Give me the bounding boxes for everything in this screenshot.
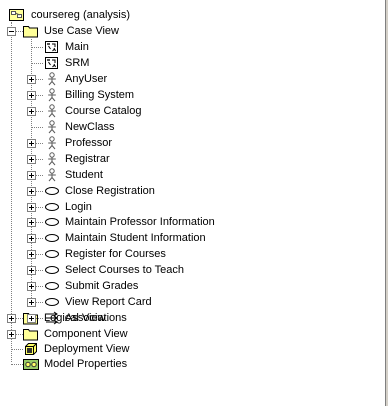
- tree-item-label: Student: [65, 169, 103, 181]
- tree-item-label: Model Properties: [44, 358, 128, 370]
- tree-item-label: SRM: [65, 57, 90, 69]
- expand-toggle[interactable]: [27, 107, 36, 116]
- tree-item-professor[interactable]: Professor: [0, 136, 380, 151]
- tree-item-newclass[interactable]: NewClass: [0, 120, 380, 135]
- tree-item-component-view[interactable]: Component View: [0, 327, 380, 342]
- model-root-icon: [9, 8, 25, 22]
- actor-icon: [44, 72, 60, 86]
- expand-toggle[interactable]: [27, 155, 36, 164]
- tree-item-label: NewClass: [65, 121, 115, 133]
- tree-item-submit-grades[interactable]: Submit Grades: [0, 279, 380, 294]
- tree-item-deployment-view[interactable]: Deployment View: [0, 342, 380, 357]
- expand-toggle[interactable]: [27, 218, 36, 227]
- expand-toggle-component-view[interactable]: [7, 330, 16, 339]
- use-case-icon: [44, 295, 60, 309]
- model-properties-icon: [23, 357, 39, 371]
- model-browser-tree: coursereg (analysis) Use Case View Logic…: [0, 0, 388, 406]
- use-case-icon: [44, 247, 60, 261]
- tree-root-row[interactable]: coursereg (analysis): [0, 8, 380, 23]
- tree-item-select-courses-to-teach[interactable]: Select Courses to Teach: [0, 263, 380, 278]
- deployment-icon: [23, 342, 39, 356]
- tree-item-label: Select Courses to Teach: [65, 264, 185, 276]
- actor-icon: [44, 136, 60, 150]
- tree-branch-line: [31, 127, 43, 128]
- tree-root-label: coursereg (analysis): [31, 9, 131, 21]
- tree-item-label: Deployment View: [44, 343, 130, 355]
- tree-item-registrar[interactable]: Registrar: [0, 152, 380, 167]
- tree-item-course-catalog[interactable]: Course Catalog: [0, 104, 380, 119]
- tree-item-label: Billing System: [65, 89, 135, 101]
- expand-toggle[interactable]: [27, 250, 36, 259]
- tree-item-label: View Report Card: [65, 296, 152, 308]
- tree-item-label: Course Catalog: [65, 105, 142, 117]
- expand-toggle[interactable]: [27, 139, 36, 148]
- folder-icon: [23, 24, 39, 38]
- expand-toggle[interactable]: [27, 314, 36, 323]
- tree-branch-line: [31, 47, 43, 48]
- actor-icon: [44, 104, 60, 118]
- use-case-icon: [44, 231, 60, 245]
- expand-toggle[interactable]: [27, 298, 36, 307]
- tree-item-associations[interactable]: Associations: [0, 311, 380, 326]
- actor-icon: [44, 152, 60, 166]
- tree-item-anyuser[interactable]: AnyUser: [0, 72, 380, 87]
- tree-item-label: Use Case View: [44, 25, 119, 37]
- expand-toggle[interactable]: [27, 91, 36, 100]
- tree-item-student[interactable]: Student: [0, 168, 380, 183]
- tree-item-label: Main: [65, 41, 89, 53]
- associations-icon: [44, 311, 60, 325]
- expand-toggle[interactable]: [27, 234, 36, 243]
- diagram-icon: [44, 40, 60, 54]
- tree-item-label: Register for Courses: [65, 248, 166, 260]
- tree-item-label: Component View: [44, 328, 128, 340]
- tree-item-register-for-courses[interactable]: Register for Courses: [0, 247, 380, 262]
- tree-item-main[interactable]: Main: [0, 40, 380, 55]
- expand-toggle[interactable]: [27, 282, 36, 291]
- tree-item-srm[interactable]: SRM: [0, 56, 380, 71]
- tree-item-billing-system[interactable]: Billing System: [0, 88, 380, 103]
- tree-item-login[interactable]: Login: [0, 200, 380, 215]
- tree-item-label: Associations: [65, 312, 127, 324]
- actor-icon: [44, 120, 60, 134]
- tree-item-close-registration[interactable]: Close Registration: [0, 184, 380, 199]
- tree-item-view-report-card[interactable]: View Report Card: [0, 295, 380, 310]
- diagram-icon: [44, 56, 60, 70]
- use-case-icon: [44, 215, 60, 229]
- tree-item-maintain-student-information[interactable]: Maintain Student Information: [0, 231, 380, 246]
- expand-toggle[interactable]: [27, 266, 36, 275]
- tree-item-label: Close Registration: [65, 185, 155, 197]
- tree-item-use-case-view[interactable]: Use Case View: [0, 24, 380, 39]
- expand-toggle[interactable]: [27, 75, 36, 84]
- tree-branch-line: [31, 63, 43, 64]
- tree-item-maintain-professor-information[interactable]: Maintain Professor Information: [0, 215, 380, 230]
- tree-item-label: AnyUser: [65, 73, 108, 85]
- use-case-icon: [44, 263, 60, 277]
- tree-item-label: Professor: [65, 137, 113, 149]
- tree-item-label: Submit Grades: [65, 280, 139, 292]
- expand-toggle[interactable]: [27, 203, 36, 212]
- actor-icon: [44, 88, 60, 102]
- tree-item-model-properties[interactable]: Model Properties: [0, 357, 380, 372]
- actor-icon: [44, 168, 60, 182]
- tree-item-label: Registrar: [65, 153, 110, 165]
- expand-toggle[interactable]: [27, 171, 36, 180]
- use-case-icon: [44, 200, 60, 214]
- tree-item-label: Maintain Student Information: [65, 232, 206, 244]
- tree-item-label: Login: [65, 201, 92, 213]
- tree-item-label: Maintain Professor Information: [65, 216, 215, 228]
- expand-toggle[interactable]: [27, 187, 36, 196]
- use-case-icon: [44, 184, 60, 198]
- collapse-toggle-use-case-view[interactable]: [7, 27, 16, 36]
- use-case-icon: [44, 279, 60, 293]
- folder-icon: [23, 327, 39, 341]
